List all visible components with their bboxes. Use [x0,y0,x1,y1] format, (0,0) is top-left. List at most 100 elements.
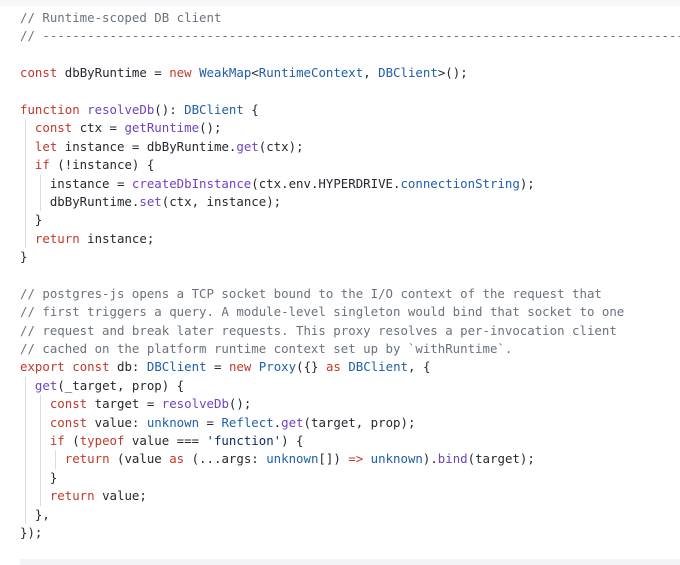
indent-guide [25,376,27,396]
indent-guide [25,468,27,488]
code-token: if [34,157,50,173]
indent-guide [25,487,27,506]
indent-guide [25,395,27,414]
code-token: const [49,414,88,430]
indent-guide [55,450,57,469]
code-line: return (value as (...args: unknown[]) =>… [20,450,680,469]
code-token: = [146,396,162,412]
code-token: connectionString [400,175,520,191]
code-token: ( [64,432,80,448]
code-token: 'function' [206,432,282,448]
indent-guide [25,505,27,524]
indent-guide [40,174,42,193]
indent-guide [25,211,27,230]
code-line: get(_target, prop) { [20,376,680,396]
indent-guide [25,156,27,175]
code-token: (value [109,451,170,467]
code-line: let instance = dbByRuntime.get(ctx); [20,137,680,157]
code-token: = [131,138,147,154]
code-token: = [199,414,222,430]
code-token: => [348,451,364,467]
indent-guide [40,431,42,451]
code-token: (target); [467,451,535,467]
code-line: }); [20,524,680,542]
code-token: // first triggers a query. A module-leve… [20,304,625,320]
code-token: DBClient [348,359,409,375]
code-token: } [20,212,43,228]
code-token: Proxy [258,359,297,375]
code-token: const [72,359,110,375]
code-token: (_target, prop) { [57,377,185,393]
code-token: ctx [72,120,110,136]
code-editor[interactable]: // Runtime-scoped DB client // ----------… [0,6,680,559]
code-token: bind [437,451,468,467]
indent-guide [25,137,27,157]
code-token: dbByRuntime [57,65,155,81]
indent-guide [25,192,27,212]
code-token: set [139,193,162,209]
code-line: } [20,468,680,488]
code-token: const [20,65,58,81]
code-token: // postgres-js opens a TCP socket bound … [20,285,602,301]
code-token: }); [20,524,43,540]
code-token: (...args: [184,451,267,467]
code-token: getRuntime [124,120,200,136]
code-token: < [251,65,259,81]
code-token: dbByRuntime [146,138,229,154]
code-token: let [34,138,58,154]
code-token: , { [408,359,431,375]
code-token: instance [20,175,117,191]
code-line: // first triggers a query. A module-leve… [20,303,680,321]
code-token: (ctx, instance); [161,193,282,209]
code-token: function [20,101,80,117]
code-token: value [124,432,177,448]
code-token: get [34,377,58,393]
code-line: } [20,248,680,266]
code-line: instance = createDbInstance(ctx.env.HYPE… [20,174,680,193]
code-token: return [49,488,95,504]
code-token: ). [422,451,438,467]
indent-guide [40,468,42,488]
code-token: = [109,120,125,136]
indent-guide [25,431,27,451]
code-line: export const db: DBClient = new Proxy({}… [20,358,680,376]
code-token: target [87,396,147,412]
code-line: return instance; [20,229,680,249]
code-token: = [206,359,229,375]
code-token: return [34,230,80,246]
code-token: const [34,120,73,136]
indent-guide [25,229,27,249]
code-token: instance [57,138,132,154]
code-token: (ctx); [258,138,304,154]
code-token: resolveDb [161,396,229,412]
code-token: (): [154,101,185,117]
code-token: db: [109,359,147,375]
code-token: DBClient [378,65,438,81]
code-line: if (!instance) { [20,156,680,175]
indent-guide [40,395,42,414]
code-token: as [325,359,341,375]
code-block[interactable]: // Runtime-scoped DB client // ----------… [20,9,680,542]
code-token: , [363,65,379,81]
code-line: // postgres-js opens a TCP socket bound … [20,285,680,303]
code-token: (); [199,120,222,136]
code-token: Reflect [221,414,274,430]
code-token: // request and break later requests. Thi… [20,322,617,338]
code-token: RuntimeContext [258,65,364,81]
indent-guide [25,119,27,138]
code-token: new [161,65,200,81]
indent-guide [25,413,27,432]
indent-guide [25,174,27,193]
code-token: WeakMap [199,65,252,81]
code-token: = [116,175,132,191]
code-token: createDbInstance [131,175,252,191]
code-token: return [64,451,110,467]
code-line: // cached on the platform runtime contex… [20,340,680,358]
